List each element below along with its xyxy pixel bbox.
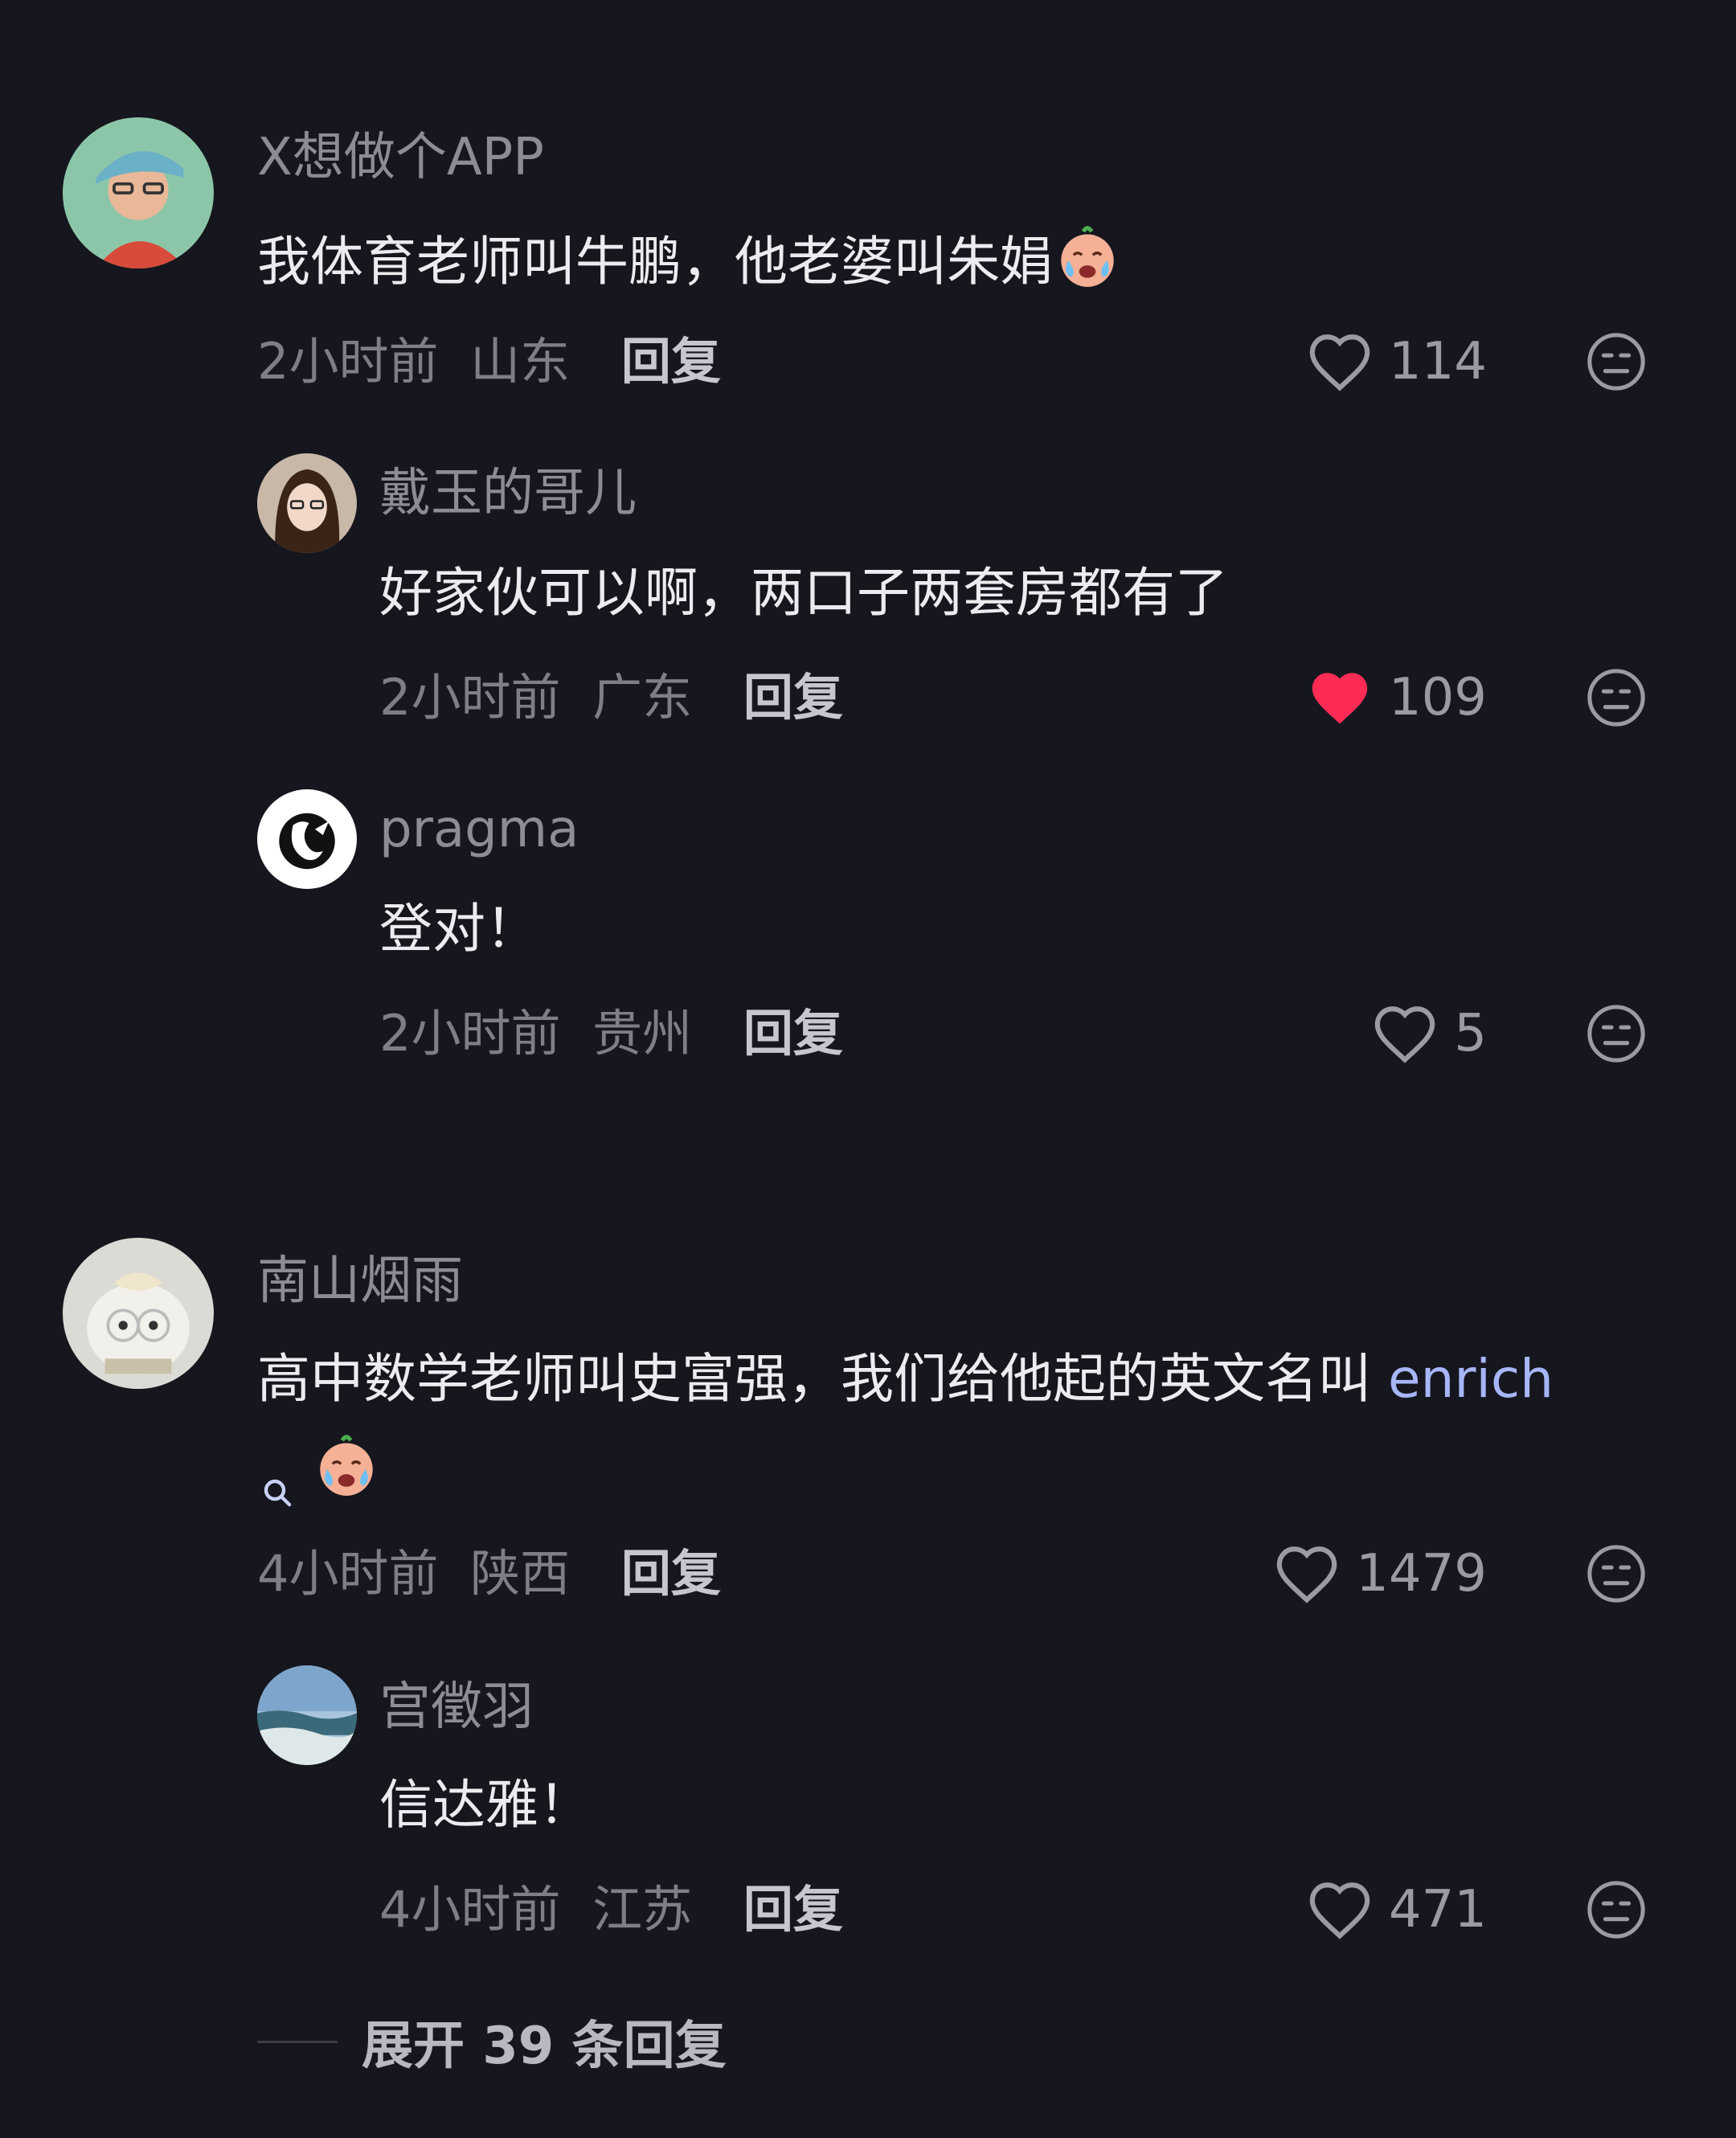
- like-count: 471: [1388, 1880, 1487, 1939]
- comment-location: 山东: [470, 332, 571, 391]
- neutral-face-icon: [1587, 669, 1645, 727]
- divider-line: [257, 2040, 338, 2043]
- comment-username[interactable]: 南山烟雨: [257, 1249, 463, 1313]
- heart-outline-icon: [1276, 1546, 1337, 1604]
- comment-meta: 2小时前 广东 回复: [379, 666, 843, 730]
- comment-time: 2小时前: [257, 332, 439, 391]
- reaction-face-button[interactable]: [1585, 666, 1648, 729]
- comment-text: 我体育老师叫牛鹏，他老婆叫朱娟: [257, 222, 1122, 296]
- comment-time: 4小时前: [379, 1880, 561, 1939]
- comment-meta: 2小时前 贵州 回复: [379, 1001, 843, 1066]
- search-keyword-link[interactable]: enrich: [1388, 1348, 1554, 1410]
- comment-time: 2小时前: [379, 668, 561, 727]
- expand-replies-button[interactable]: 展开 39 条回复: [257, 2009, 727, 2076]
- reply-button[interactable]: 回复: [621, 1544, 721, 1603]
- heart-outline-icon: [1375, 1006, 1435, 1063]
- comment-location: 陕西: [470, 1544, 571, 1603]
- user-avatar[interactable]: [257, 789, 357, 889]
- user-avatar[interactable]: [63, 117, 214, 268]
- comment-text-content: 高中数学老师叫史富强，我们给他起的英文名叫: [257, 1348, 1371, 1410]
- user-avatar[interactable]: [257, 453, 357, 553]
- reply-button[interactable]: 回复: [743, 1880, 843, 1939]
- comment-text: 好家伙可以啊，两口子两套房都有了: [379, 562, 1228, 624]
- heart-outline-icon: [1309, 334, 1370, 391]
- comment-text-line2: [257, 1431, 381, 1507]
- comment-meta: 2小时前 山东 回复: [257, 330, 721, 394]
- comment-time: 4小时前: [257, 1544, 439, 1603]
- comment-username[interactable]: X想做个APP: [257, 125, 544, 190]
- like-count: 1479: [1356, 1544, 1487, 1604]
- neutral-face-icon: [1587, 1005, 1645, 1063]
- reaction-face-button[interactable]: [1585, 1878, 1648, 1941]
- neutral-face-icon: [1587, 333, 1645, 391]
- like-count: 109: [1388, 668, 1487, 727]
- heart-outline-icon: [1309, 1882, 1370, 1939]
- comment-text-content: 我体育老师叫牛鹏，他老婆叫朱娟: [257, 231, 1053, 293]
- reply-button[interactable]: 回复: [743, 1004, 843, 1063]
- like-count: 114: [1388, 332, 1487, 391]
- comment-location: 广东: [592, 668, 693, 727]
- expand-replies-label: 展开 39 条回复: [362, 2017, 727, 2076]
- like-button[interactable]: 109: [1307, 666, 1487, 730]
- like-button[interactable]: 114: [1307, 330, 1487, 394]
- comment-text: 高中数学老师叫史富强，我们给他起的英文名叫 enrich: [257, 1345, 1554, 1413]
- comment-meta: 4小时前 江苏 回复: [379, 1878, 843, 1942]
- reaction-face-button[interactable]: [1585, 1002, 1648, 1065]
- neutral-face-icon: [1587, 1881, 1645, 1939]
- reaction-face-button[interactable]: [1585, 1542, 1648, 1605]
- neutral-face-icon: [1587, 1545, 1645, 1603]
- like-button[interactable]: 5: [1372, 1001, 1487, 1066]
- comment-username[interactable]: 宫徵羽: [379, 1675, 534, 1739]
- user-avatar[interactable]: [63, 1238, 214, 1389]
- heart-filled-icon: [1312, 673, 1368, 724]
- comment-meta: 4小时前 陕西 回复: [257, 1542, 721, 1606]
- search-icon[interactable]: [262, 1458, 294, 1507]
- crying-face-emoji-icon: [1053, 222, 1122, 291]
- like-button[interactable]: 1479: [1274, 1542, 1487, 1606]
- crying-face-emoji-icon: [312, 1431, 381, 1500]
- comment-text: 信达雅！: [379, 1774, 592, 1836]
- comment-location: 贵州: [592, 1004, 693, 1063]
- like-button[interactable]: 471: [1307, 1878, 1487, 1942]
- comment-location: 江苏: [592, 1880, 693, 1939]
- comment-username[interactable]: 戴玉的哥儿: [379, 461, 637, 526]
- reaction-face-button[interactable]: [1585, 330, 1648, 393]
- comment-text: 登对！: [379, 898, 538, 960]
- comment-username[interactable]: pragma: [379, 797, 579, 862]
- reply-button[interactable]: 回复: [621, 332, 721, 391]
- reply-button[interactable]: 回复: [743, 668, 843, 727]
- user-avatar[interactable]: [257, 1665, 357, 1765]
- like-count: 5: [1454, 1004, 1487, 1063]
- comment-time: 2小时前: [379, 1004, 561, 1063]
